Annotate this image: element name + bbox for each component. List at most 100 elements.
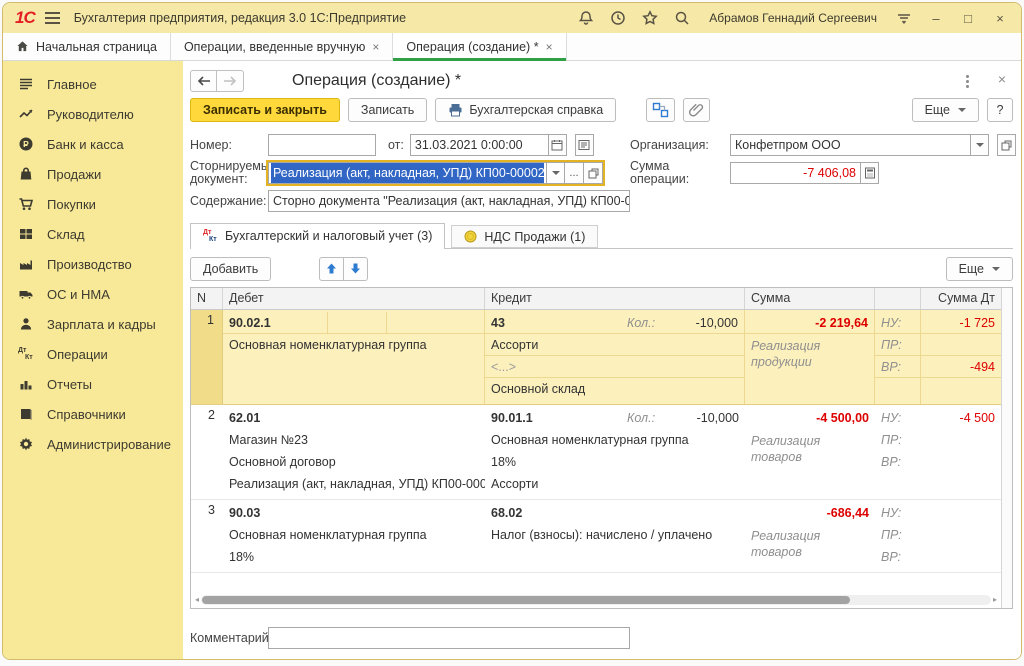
search-icon[interactable] (671, 7, 693, 29)
pr-value[interactable] (921, 524, 1001, 546)
tab-vat-sales[interactable]: НДС Продажи (1) (451, 225, 598, 248)
maximize-button[interactable]: □ (957, 7, 979, 29)
sidebar-item-prodazhi[interactable]: Продажи (3, 159, 183, 189)
accounting-reference-button[interactable]: Бухгалтерская справка (435, 98, 616, 122)
scroll-right-icon[interactable]: ▸ (991, 594, 999, 606)
storno-open-icon[interactable] (584, 162, 603, 184)
credit-sub-cell[interactable]: <...> (485, 356, 744, 378)
credit-sub-cell[interactable]: Основной склад (485, 378, 744, 400)
sum-cell[interactable]: -2 219,64 (745, 312, 874, 334)
calculator-icon[interactable] (860, 162, 879, 184)
number-input[interactable] (268, 134, 376, 156)
move-up-button[interactable] (319, 257, 344, 281)
pr-value[interactable] (921, 429, 1001, 451)
credit-account-cell[interactable]: 43 Кол.: -10,000 (485, 312, 744, 334)
calendar-icon[interactable] (548, 134, 567, 156)
operation-sum-input[interactable]: -7 406,08 (730, 162, 860, 184)
pick-from-list-icon[interactable] (575, 134, 594, 156)
debit-sub-cell[interactable]: Основная номенклатурная группа (223, 334, 484, 356)
back-button[interactable] (190, 70, 217, 92)
debit-account-cell[interactable]: 62.01 (223, 407, 485, 429)
sidebar-item-bank-kassa[interactable]: Р Банк и касса (3, 129, 183, 159)
scroll-left-icon[interactable]: ◂ (193, 594, 201, 606)
sidebar-item-zarplata-kadry[interactable]: Зарплата и кадры (3, 309, 183, 339)
credit-sub-cell[interactable]: Ассорти (485, 334, 744, 356)
tab-close-icon[interactable]: × (546, 40, 553, 54)
storno-document-input[interactable]: Реализация (акт, накладная, УПД) КП00-00… (268, 162, 546, 184)
tab-operations-manual[interactable]: Операции, введенные вручную × (171, 33, 393, 60)
nu-value[interactable]: -4 500 (921, 407, 1001, 429)
help-button[interactable]: ? (987, 98, 1013, 122)
horizontal-scrollbar[interactable]: ◂ ▸ (193, 594, 999, 606)
table-row[interactable]: 2 62.01 Магазин №23 Основной договор Реа… (191, 405, 1001, 500)
sidebar-item-operacii[interactable]: ДтКт Операции (3, 339, 183, 369)
credit-sub-cell[interactable]: Налог (взносы): начислено / уплачено (485, 524, 745, 546)
comment-input[interactable] (268, 627, 630, 649)
forward-button[interactable] (217, 70, 244, 92)
credit-sub-cell[interactable]: 18% (485, 451, 745, 473)
sidebar-item-rukovoditelyu[interactable]: Руководителю (3, 99, 183, 129)
debit-account-cell[interactable]: 90.02.1 (223, 312, 484, 334)
notifications-bell-icon[interactable] (575, 7, 597, 29)
vr-value[interactable]: -494 (921, 356, 1001, 378)
minimize-button[interactable]: – (925, 7, 947, 29)
pr-value[interactable] (921, 334, 1001, 356)
sidebar-item-spravochniki[interactable]: Справочники (3, 399, 183, 429)
nu-value[interactable] (921, 502, 1001, 524)
grid-more-button[interactable]: Еще (946, 257, 1013, 281)
debit-sub-cell[interactable]: Основной договор (223, 451, 485, 473)
attachments-button[interactable] (683, 98, 710, 122)
debit-sub-cell[interactable]: Магазин №23 (223, 429, 485, 451)
main-menu-icon[interactable] (45, 9, 60, 27)
add-row-button[interactable]: Добавить (190, 257, 271, 281)
sum-cell[interactable]: -686,44 (745, 502, 875, 524)
sidebar-item-os-nma[interactable]: ОС и НМА (3, 279, 183, 309)
vr-value[interactable] (921, 451, 1001, 473)
sidebar-item-sklad[interactable]: Склад (3, 219, 183, 249)
kebab-menu-icon[interactable] (957, 71, 977, 91)
sidebar-item-pokupki[interactable]: Покупки (3, 189, 183, 219)
document-structure-button[interactable] (646, 98, 675, 122)
sidebar-item-administrirovanie[interactable]: Администрирование (3, 429, 183, 459)
debit-sub-cell[interactable]: Реализация (акт, накладная, УПД) КП00-00… (223, 473, 485, 495)
storno-dropdown-icon[interactable] (546, 162, 565, 184)
col-header-sum[interactable]: Сумма (745, 288, 875, 309)
col-header-n[interactable]: N (191, 288, 223, 309)
vertical-scrollbar[interactable] (1001, 288, 1012, 608)
sidebar-item-otchety[interactable]: Отчеты (3, 369, 183, 399)
tab-operation-create[interactable]: Операция (создание) * × (393, 33, 566, 60)
vr-value[interactable] (921, 546, 1001, 568)
more-button[interactable]: Еще (912, 98, 979, 122)
panel-settings-icon[interactable] (893, 7, 915, 29)
debit-sub-cell[interactable]: Основная номенклатурная группа (223, 524, 485, 546)
close-document-icon[interactable]: × (991, 71, 1013, 91)
scrollbar-thumb[interactable] (202, 596, 850, 604)
credit-sub-cell[interactable]: Ассорти (485, 473, 745, 495)
tab-home[interactable]: Начальная страница (3, 33, 171, 60)
debit-account-cell[interactable]: 90.03 (223, 502, 485, 524)
sidebar-item-glavnoe[interactable]: Главное (3, 69, 183, 99)
content-input[interactable]: Сторно документа "Реализация (акт, накла… (268, 190, 630, 212)
date-input[interactable]: 31.03.2021 0:00:00 (410, 134, 548, 156)
organization-open-icon[interactable] (997, 134, 1016, 156)
favorites-star-icon[interactable] (639, 7, 661, 29)
sidebar-item-proizvodstvo[interactable]: Производство (3, 249, 183, 279)
sum-cell[interactable]: -4 500,00 (745, 407, 875, 429)
current-user[interactable]: Абрамов Геннадий Сергеевич (709, 11, 877, 25)
credit-sub-cell[interactable]: Основная номенклатурная группа (485, 429, 745, 451)
debit-sub-cell[interactable]: 18% (223, 546, 485, 568)
col-header-debit[interactable]: Дебет (223, 288, 485, 309)
save-and-close-button[interactable]: Записать и закрыть (190, 98, 340, 122)
table-row[interactable]: 1 90.02.1 Основная номенклатурная группа… (191, 310, 1001, 405)
col-header-sum-dt[interactable]: Сумма Дт (921, 288, 1001, 309)
nu-value[interactable]: -1 725 (921, 312, 1001, 334)
organization-dropdown-icon[interactable] (970, 134, 989, 156)
credit-account-cell[interactable]: 90.01.1 Кол.: -10,000 (485, 407, 745, 429)
close-window-button[interactable]: × (989, 7, 1011, 29)
col-header-credit[interactable]: Кредит (485, 288, 745, 309)
storno-choose-button[interactable]: ... (565, 162, 584, 184)
table-row[interactable]: 3 90.03 Основная номенклатурная группа 1… (191, 500, 1001, 573)
tab-accounting-tax[interactable]: ДтКт Бухгалтерский и налоговый учет (3) (190, 223, 445, 248)
history-icon[interactable] (607, 7, 629, 29)
save-button[interactable]: Записать (348, 98, 427, 122)
